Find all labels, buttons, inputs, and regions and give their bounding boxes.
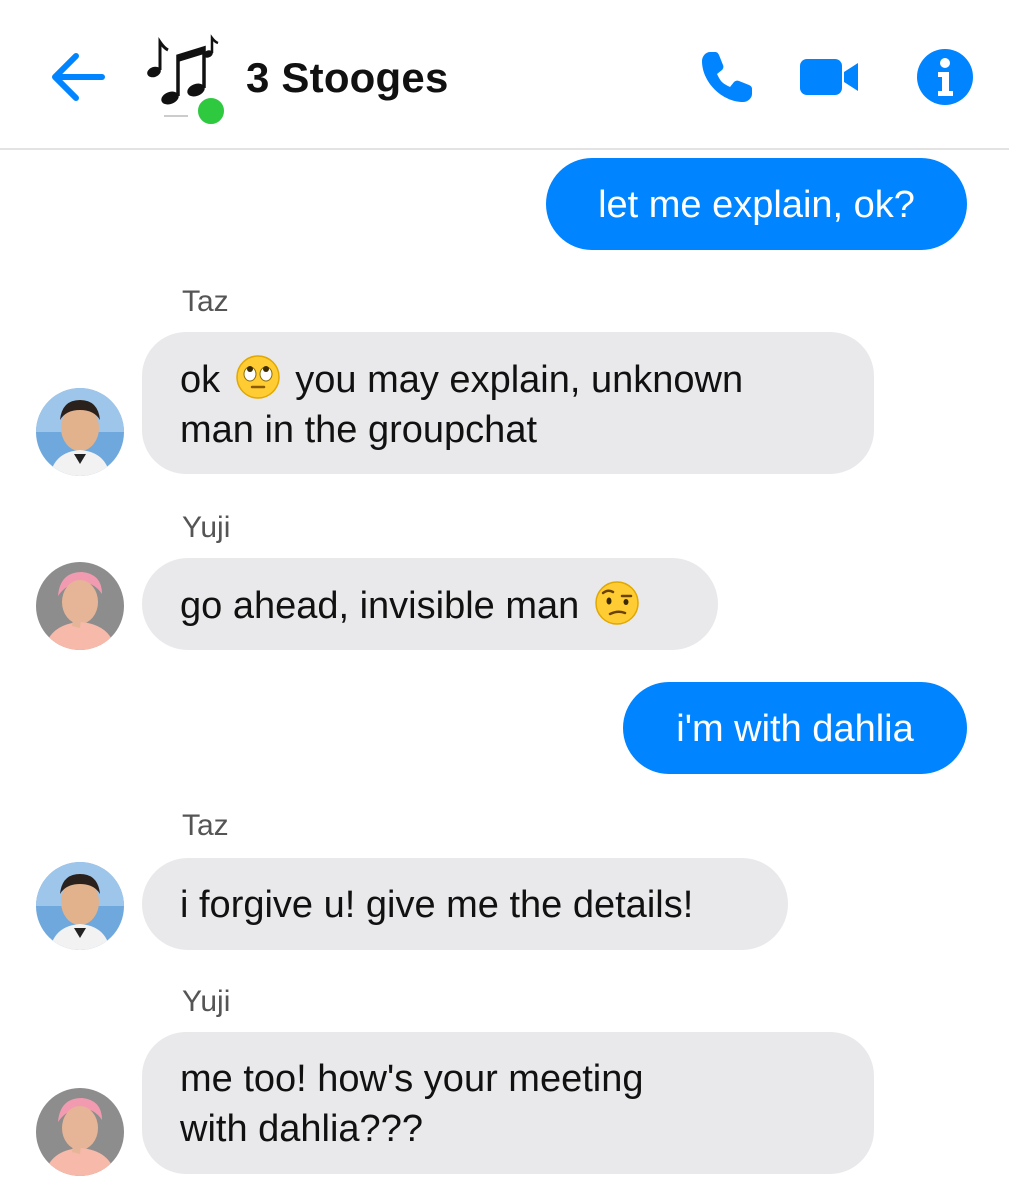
incoming-message-bubble[interactable]: ok you may explain, unknown man in the g… — [142, 332, 874, 474]
sender-name: Taz — [182, 285, 229, 318]
message-text: ok — [180, 359, 221, 401]
avatar[interactable] — [36, 388, 124, 476]
outgoing-message-bubble[interactable]: i'm with dahlia — [623, 682, 967, 774]
raised-eyebrow-emoji — [595, 581, 639, 625]
video-camera-icon[interactable] — [798, 46, 860, 108]
outgoing-message-bubble[interactable]: let me explain, ok? — [546, 158, 967, 250]
conversation-header: 3 Stooges — [0, 0, 1009, 150]
sender-name: Taz — [182, 809, 229, 842]
incoming-message-bubble[interactable]: me too! how's your meeting with dahlia??… — [142, 1032, 874, 1174]
online-status-dot — [195, 95, 227, 127]
message-text: i'm with dahlia — [676, 708, 914, 750]
message-text: you may explain, unknown — [295, 359, 744, 401]
back-arrow-icon[interactable] — [46, 46, 108, 108]
avatar[interactable] — [36, 862, 124, 950]
avatar[interactable] — [36, 1088, 124, 1176]
sender-name: Yuji — [182, 511, 231, 544]
eye-roll-emoji — [235, 355, 280, 399]
message-line: ok you may explain, unknown — [180, 354, 836, 405]
conversation-title[interactable]: 3 Stooges — [246, 50, 449, 106]
incoming-message-bubble[interactable]: i forgive u! give me the details! — [142, 858, 788, 950]
message-text: i forgive u! give me the details! — [180, 884, 694, 926]
message-text: go ahead, invisible man — [180, 585, 580, 627]
incoming-message-bubble[interactable]: go ahead, invisible man — [142, 558, 718, 650]
message-line: me too! how's your meeting — [180, 1058, 644, 1100]
avatar[interactable] — [36, 562, 124, 650]
message-text: let me explain, ok? — [598, 184, 915, 226]
message-line: with dahlia??? — [180, 1108, 423, 1150]
sender-name: Yuji — [182, 985, 231, 1018]
message-line: man in the groupchat — [180, 409, 538, 451]
info-icon[interactable] — [914, 46, 976, 108]
phone-icon[interactable] — [696, 46, 758, 108]
